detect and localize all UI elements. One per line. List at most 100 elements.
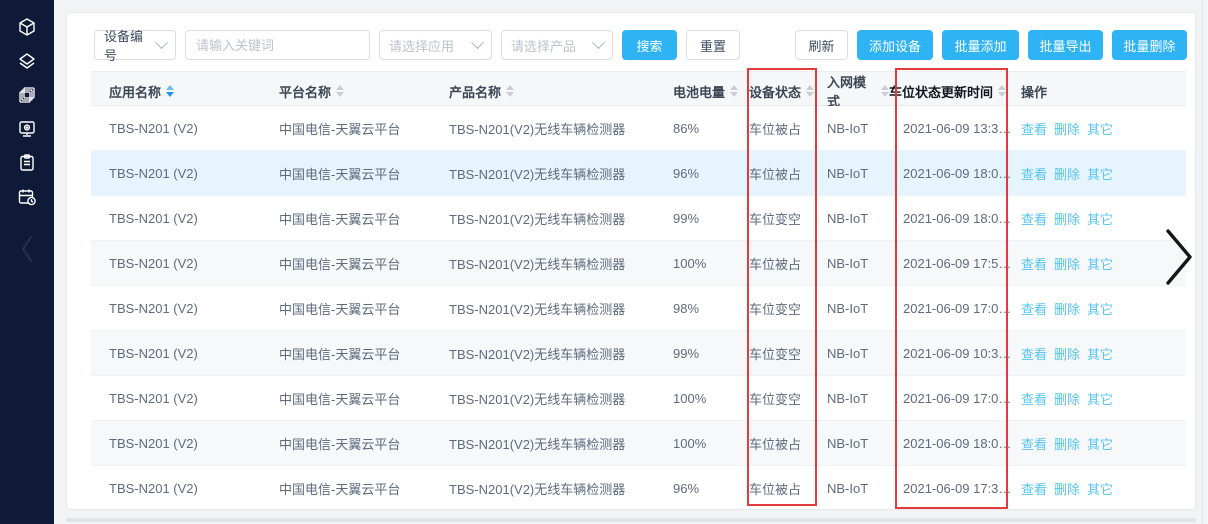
column-header[interactable]: 操作 <box>1021 82 1186 101</box>
column-header[interactable]: 电池电量 <box>673 82 749 101</box>
batch-export-button[interactable]: 批量导出 <box>1028 30 1103 60</box>
action-delete[interactable]: 删除 <box>1054 209 1080 228</box>
column-header[interactable]: 车位状态更新时间 <box>889 82 1021 101</box>
cell-network-mode: NB-IoT <box>827 391 889 406</box>
action-other[interactable]: 其它 <box>1087 299 1113 318</box>
cell-product-name: TBS-N201(V2)无线车辆检测器 <box>449 344 673 363</box>
sort-icon[interactable] <box>166 85 174 97</box>
monitor-settings-icon[interactable] <box>16 118 38 140</box>
sidebar <box>0 0 54 524</box>
table-row[interactable]: TBS-N201 (V2) 中国电信-天翼云平台 TBS-N201(V2)无线车… <box>91 106 1186 151</box>
copies-icon[interactable] <box>16 84 38 106</box>
clipboard-icon[interactable] <box>16 152 38 174</box>
sort-icon[interactable] <box>806 85 814 97</box>
batch-delete-button[interactable]: 批量删除 <box>1112 30 1187 60</box>
sort-icon[interactable] <box>730 85 738 97</box>
layers-icon[interactable] <box>16 50 38 72</box>
product-select[interactable]: 请选择产品 <box>501 30 613 60</box>
cell-product-name: TBS-N201(V2)无线车辆检测器 <box>449 209 673 228</box>
action-other[interactable]: 其它 <box>1087 434 1113 453</box>
action-delete[interactable]: 删除 <box>1054 254 1080 273</box>
table-row[interactable]: TBS-N201 (V2) 中国电信-天翼云平台 TBS-N201(V2)无线车… <box>91 376 1186 421</box>
add-device-button[interactable]: 添加设备 <box>857 30 933 60</box>
table-row[interactable]: TBS-N201 (V2) 中国电信-天翼云平台 TBS-N201(V2)无线车… <box>91 421 1186 466</box>
search-button[interactable]: 搜索 <box>622 30 677 60</box>
action-delete[interactable]: 删除 <box>1054 479 1080 498</box>
sort-icon[interactable] <box>998 85 1006 97</box>
cell-app-name: TBS-N201 (V2) <box>109 166 279 181</box>
cube-icon[interactable] <box>16 16 38 38</box>
table-row[interactable]: TBS-N201 (V2) 中国电信-天翼云平台 TBS-N201(V2)无线车… <box>91 331 1186 376</box>
cell-network-mode: NB-IoT <box>827 301 889 316</box>
action-view[interactable]: 查看 <box>1021 209 1047 228</box>
cell-platform-name: 中国电信-天翼云平台 <box>279 299 449 318</box>
cell-battery-level: 96% <box>673 166 749 181</box>
action-delete[interactable]: 删除 <box>1054 389 1080 408</box>
search-field-value: 设备编号 <box>104 26 151 64</box>
column-header[interactable]: 产品名称 <box>449 82 673 101</box>
column-header[interactable]: 设备状态 <box>749 82 827 101</box>
cell-platform-name: 中国电信-天翼云平台 <box>279 344 449 363</box>
action-view[interactable]: 查看 <box>1021 164 1047 183</box>
cell-app-name: TBS-N201 (V2) <box>109 391 279 406</box>
chevron-down-icon <box>155 36 168 49</box>
keyword-input[interactable] <box>185 30 370 60</box>
table-row[interactable]: TBS-N201 (V2) 中国电信-天翼云平台 TBS-N201(V2)无线车… <box>91 466 1186 510</box>
next-page-arrow-icon[interactable] <box>1163 227 1195 292</box>
search-field-select[interactable]: 设备编号 <box>94 30 176 60</box>
action-delete[interactable]: 删除 <box>1054 299 1080 318</box>
cell-product-name: TBS-N201(V2)无线车辆检测器 <box>449 254 673 273</box>
cell-battery-level: 86% <box>673 121 749 136</box>
reset-button[interactable]: 重置 <box>686 30 740 60</box>
action-view[interactable]: 查看 <box>1021 119 1047 138</box>
action-view[interactable]: 查看 <box>1021 344 1047 363</box>
cell-product-name: TBS-N201(V2)无线车辆检测器 <box>449 479 673 498</box>
action-other[interactable]: 其它 <box>1087 254 1113 273</box>
cell-product-name: TBS-N201(V2)无线车辆检测器 <box>449 299 673 318</box>
table-row[interactable]: TBS-N201 (V2) 中国电信-天翼云平台 TBS-N201(V2)无线车… <box>91 286 1186 331</box>
batch-add-button[interactable]: 批量添加 <box>942 30 1019 60</box>
cell-network-mode: NB-IoT <box>827 256 889 271</box>
row-actions: 查看删除其它 <box>1021 434 1186 453</box>
action-view[interactable]: 查看 <box>1021 254 1047 273</box>
refresh-button[interactable]: 刷新 <box>795 30 848 60</box>
action-other[interactable]: 其它 <box>1087 479 1113 498</box>
cell-battery-level: 96% <box>673 481 749 496</box>
sort-icon[interactable] <box>506 85 514 97</box>
action-delete[interactable]: 删除 <box>1054 164 1080 183</box>
table-row[interactable]: TBS-N201 (V2) 中国电信-天翼云平台 TBS-N201(V2)无线车… <box>91 196 1186 241</box>
sort-icon[interactable] <box>881 85 889 97</box>
action-other[interactable]: 其它 <box>1087 389 1113 408</box>
cell-battery-level: 100% <box>673 436 749 451</box>
action-view[interactable]: 查看 <box>1021 389 1047 408</box>
cell-platform-name: 中国电信-天翼云平台 <box>279 479 449 498</box>
sort-icon[interactable] <box>336 85 344 97</box>
action-view[interactable]: 查看 <box>1021 434 1047 453</box>
cell-app-name: TBS-N201 (V2) <box>109 346 279 361</box>
cell-app-name: TBS-N201 (V2) <box>109 436 279 451</box>
action-other[interactable]: 其它 <box>1087 164 1113 183</box>
column-header[interactable]: 入网模式 <box>827 72 889 110</box>
action-delete[interactable]: 删除 <box>1054 344 1080 363</box>
cell-platform-name: 中国电信-天翼云平台 <box>279 389 449 408</box>
app-select[interactable]: 请选择应用 <box>379 30 492 60</box>
cell-platform-name: 中国电信-天翼云平台 <box>279 254 449 273</box>
collapse-left-icon[interactable] <box>16 238 38 260</box>
action-other[interactable]: 其它 <box>1087 344 1113 363</box>
action-delete[interactable]: 删除 <box>1054 119 1080 138</box>
table-row[interactable]: TBS-N201 (V2) 中国电信-天翼云平台 TBS-N201(V2)无线车… <box>91 241 1186 286</box>
cell-network-mode: NB-IoT <box>827 121 889 136</box>
action-other[interactable]: 其它 <box>1087 119 1113 138</box>
action-view[interactable]: 查看 <box>1021 299 1047 318</box>
cell-product-name: TBS-N201(V2)无线车辆检测器 <box>449 389 673 408</box>
column-header[interactable]: 应用名称 <box>109 82 279 101</box>
action-delete[interactable]: 删除 <box>1054 434 1080 453</box>
action-other[interactable]: 其它 <box>1087 209 1113 228</box>
cell-app-name: TBS-N201 (V2) <box>109 211 279 226</box>
action-view[interactable]: 查看 <box>1021 479 1047 498</box>
calendar-clock-icon[interactable] <box>16 186 38 208</box>
cell-app-name: TBS-N201 (V2) <box>109 301 279 316</box>
column-header[interactable]: 平台名称 <box>279 82 449 101</box>
horizontal-scrollbar[interactable] <box>66 518 1196 522</box>
table-row[interactable]: TBS-N201 (V2) 中国电信-天翼云平台 TBS-N201(V2)无线车… <box>91 151 1186 196</box>
